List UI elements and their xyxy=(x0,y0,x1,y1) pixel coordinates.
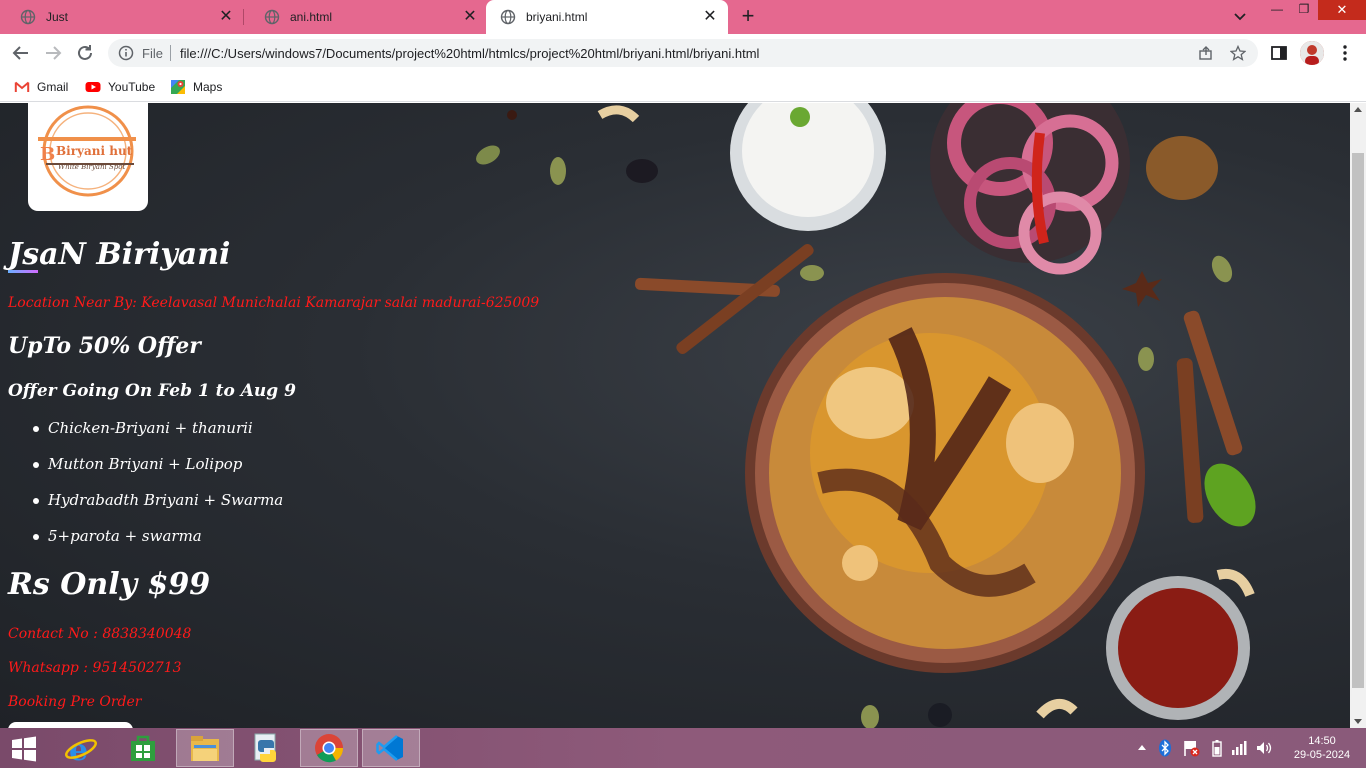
taskbar-app-python[interactable] xyxy=(238,729,296,767)
battery-icon[interactable] xyxy=(1210,739,1224,757)
taskbar-app-explorer[interactable] xyxy=(176,729,234,767)
bookmark-star-icon[interactable] xyxy=(1230,45,1246,61)
bookmark-youtube[interactable]: YouTube xyxy=(85,77,155,97)
scheme-label: File xyxy=(142,46,163,61)
close-tab-icon[interactable]: ✕ xyxy=(702,9,718,25)
maps-icon xyxy=(171,80,185,94)
bookmark-label: Gmail xyxy=(37,80,69,94)
maximize-button[interactable]: ❐ xyxy=(1291,2,1317,22)
menu-list: Chicken-Briyani + thanurii Mutton Briyan… xyxy=(32,419,283,563)
windows-start-icon[interactable] xyxy=(8,736,40,762)
list-item: Hydrabadth Briyani + Swarma xyxy=(32,491,283,527)
chevron-down-icon[interactable] xyxy=(1230,9,1250,25)
window-close-button[interactable]: ✕ xyxy=(1318,0,1366,20)
minimize-button[interactable]: — xyxy=(1264,2,1290,22)
list-item: Chicken-Briyani + thanurii xyxy=(32,419,283,455)
new-tab-button[interactable]: + xyxy=(736,5,760,29)
location-text: Location Near By: Keelavasal Munichalai … xyxy=(8,295,540,311)
tab-label: Just xyxy=(46,10,69,24)
volume-icon[interactable] xyxy=(1255,739,1273,757)
bookmark-label: YouTube xyxy=(108,80,156,94)
whatsapp-number: Whatsapp : 9514502713 xyxy=(8,660,182,676)
side-panel-icon[interactable] xyxy=(1268,42,1290,64)
brand-logo: B Biryani hut White Biryani Spot xyxy=(28,103,148,211)
scroll-thumb[interactable] xyxy=(1352,153,1364,688)
omnibox-divider xyxy=(170,45,171,61)
biryani-background-image xyxy=(476,103,1256,728)
tab-strip: Just ✕ ani.html ✕ briyani.html ✕ + — ❐ ✕ xyxy=(0,0,1366,34)
scroll-down-arrow-icon[interactable] xyxy=(1354,719,1362,724)
page-viewport: B Biryani hut White Biryani Spot JsaN Bi… xyxy=(0,103,1350,728)
vscode-icon xyxy=(376,735,403,761)
bookmark-label: Maps xyxy=(193,80,223,94)
info-icon[interactable] xyxy=(118,45,134,61)
network-icon[interactable] xyxy=(1230,739,1248,757)
scroll-up-arrow-icon[interactable] xyxy=(1354,107,1362,112)
profile-avatar-icon xyxy=(1300,41,1324,65)
tab-ani[interactable]: ani.html ✕ xyxy=(244,0,488,34)
offer-title: UpTo 50% Offer xyxy=(8,333,201,359)
globe-icon xyxy=(20,9,36,25)
python-icon xyxy=(254,733,276,762)
clock-time: 14:50 xyxy=(1308,735,1336,747)
tray-overflow-chevron-icon[interactable] xyxy=(1136,739,1148,757)
forward-arrow-icon[interactable] xyxy=(42,42,64,64)
page-scrollbar[interactable] xyxy=(1350,103,1366,728)
list-item: Mutton Briyani + Lolipop xyxy=(32,455,283,491)
bookmark-gmail[interactable]: Gmail xyxy=(14,77,68,97)
price-heading: Rs Only $99 xyxy=(8,567,211,602)
brand-title: JsaN Biriyani xyxy=(8,237,231,272)
tab-label: ani.html xyxy=(290,10,333,24)
gmail-icon xyxy=(14,81,30,92)
biryani-hut-logo-icon: B Biryani hut White Biryani Spot xyxy=(38,105,136,197)
taskbar-app-ie[interactable]: e xyxy=(52,729,110,767)
globe-icon xyxy=(500,9,516,25)
file-explorer-icon xyxy=(191,736,219,761)
clock-date: 29-05-2024 xyxy=(1293,749,1351,761)
tab-label: briyani.html xyxy=(526,10,588,24)
system-clock[interactable]: 14:50 29-05-2024 xyxy=(1292,734,1352,762)
logo-line2: White Biryani Spot xyxy=(58,163,125,171)
taskbar-app-vscode[interactable] xyxy=(362,729,420,767)
profile-avatar[interactable] xyxy=(1300,41,1324,65)
globe-icon xyxy=(264,9,280,25)
tab-briyani[interactable]: briyani.html ✕ xyxy=(486,0,728,34)
menu-kebab-icon[interactable] xyxy=(1334,42,1356,64)
logo-line1: Biryani hut xyxy=(56,144,133,158)
list-item: 5+parota + swarma xyxy=(32,527,283,563)
contact-number: Contact No : 8838340048 xyxy=(8,626,192,642)
url-text[interactable]: file:///C:/Users/windows7/Documents/proj… xyxy=(180,46,759,61)
booking-text: Booking Pre Order xyxy=(8,694,142,710)
tab-just[interactable]: Just ✕ xyxy=(0,0,244,34)
svg-text:e: e xyxy=(69,733,88,765)
action-center-flag-icon[interactable] xyxy=(1182,739,1200,757)
share-icon[interactable] xyxy=(1198,45,1214,61)
windows-taskbar: e 14:50 29-05-2024 xyxy=(0,728,1366,768)
taskbar-app-chrome[interactable] xyxy=(300,729,358,767)
back-arrow-icon[interactable] xyxy=(10,42,32,64)
close-tab-icon[interactable]: ✕ xyxy=(218,9,234,25)
store-icon xyxy=(131,735,155,761)
address-bar[interactable]: File file:///C:/Users/windows7/Documents… xyxy=(108,39,1258,67)
youtube-icon xyxy=(85,82,101,92)
svg-text:B: B xyxy=(40,144,55,165)
bookmark-maps[interactable]: Maps xyxy=(170,77,222,97)
browser-toolbar: File file:///C:/Users/windows7/Documents… xyxy=(0,34,1366,72)
bookmarks-bar: Gmail YouTube Maps xyxy=(0,72,1366,102)
internet-explorer-icon: e xyxy=(65,733,97,765)
taskbar-app-store[interactable] xyxy=(114,729,172,767)
reload-icon[interactable] xyxy=(74,42,96,64)
offer-dates: Offer Going On Feb 1 to Aug 9 xyxy=(8,381,296,401)
chrome-icon xyxy=(315,734,344,763)
bluetooth-icon[interactable] xyxy=(1158,739,1172,757)
title-underline xyxy=(8,270,38,273)
close-tab-icon[interactable]: ✕ xyxy=(462,9,478,25)
